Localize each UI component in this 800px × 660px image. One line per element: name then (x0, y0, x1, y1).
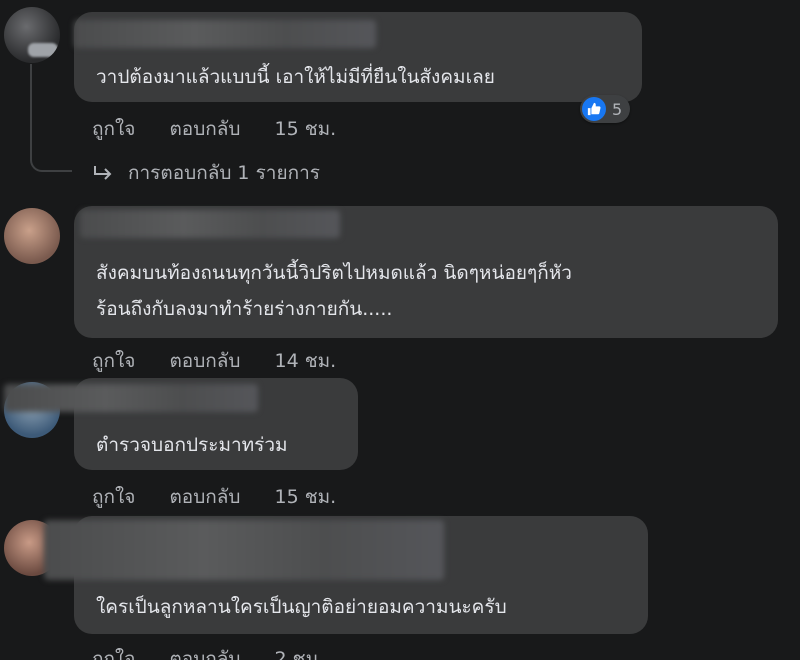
like-button[interactable]: ถูกใจ (92, 350, 135, 372)
comment-time[interactable]: 2 ชม. (275, 648, 325, 660)
avatar[interactable] (4, 7, 60, 63)
comment-time[interactable]: 15 ชม. (275, 486, 337, 508)
comment-bubble: วาปต้องมาแล้วแบบนี้ เอาให้ไม่มีที่ยืนในส… (74, 12, 642, 102)
like-button[interactable]: ถูกใจ (92, 486, 135, 508)
like-button[interactable]: ถูกใจ (92, 648, 135, 660)
comment-bubble: สังคมบนท้องถนนทุกวันนี้วิปริตไปหมดแล้ว น… (74, 206, 778, 338)
comment-text: ตำรวจบอกประมาทร่วม (96, 434, 288, 456)
reply-arrow-icon (92, 164, 114, 182)
like-button[interactable]: ถูกใจ (92, 118, 135, 140)
comment-time[interactable]: 14 ชม. (275, 350, 337, 372)
like-icon (582, 97, 606, 121)
comment-bubble: ตำรวจบอกประมาทร่วม (4, 378, 358, 470)
comment-actions: ถูกใจ ตอบกลับ 15 ชม. (92, 114, 364, 144)
comment-text: ใครเป็นลูกหลานใครเป็นญาติอย่ายอมความนะคร… (96, 596, 507, 618)
comment-actions: ถูกใจ ตอบกลับ 14 ชม. (92, 346, 364, 376)
blurred-author-name (80, 210, 340, 238)
comment-actions: ถูกใจ ตอบกลับ 15 ชม. (92, 482, 364, 512)
reaction-summary[interactable]: 5 (580, 95, 631, 123)
blurred-author-name (44, 520, 444, 580)
comment-text: วาปต้องมาแล้วแบบนี้ เอาให้ไม่มีที่ยืนในส… (96, 66, 495, 88)
avatar[interactable] (4, 208, 60, 264)
view-replies-label: การตอบกลับ 1 รายการ (128, 162, 320, 184)
blurred-author-name (4, 384, 258, 412)
comment-text-line: สังคมบนท้องถนนทุกวันนี้วิปริตไปหมดแล้ว น… (96, 262, 572, 284)
view-replies-link[interactable]: การตอบกลับ 1 รายการ (92, 158, 320, 188)
comments-feed: วาปต้องมาแล้วแบบนี้ เอาให้ไม่มีที่ยืนในส… (0, 0, 800, 660)
comment-bubble: ใครเป็นลูกหลานใครเป็นญาติอย่ายอมความนะคร… (44, 516, 648, 634)
reply-button[interactable]: ตอบกลับ (169, 486, 240, 508)
reply-button[interactable]: ตอบกลับ (169, 648, 240, 660)
reaction-count: 5 (612, 99, 623, 119)
comment-actions: ถูกใจ ตอบกลับ 2 ชม. (92, 644, 352, 660)
blurred-author-name (74, 20, 376, 48)
comment-text-line: ร้อนถึงกับลงมาทำร้ายร่างกายกัน..... (96, 298, 393, 320)
thread-connector (30, 64, 72, 172)
reply-button[interactable]: ตอบกลับ (169, 118, 240, 140)
comment-time[interactable]: 15 ชม. (275, 118, 337, 140)
reply-button[interactable]: ตอบกลับ (169, 350, 240, 372)
